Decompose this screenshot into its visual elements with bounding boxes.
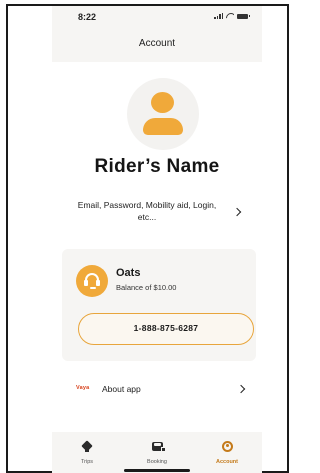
provider-balance: Balance of $10.00 <box>116 283 177 292</box>
avatar-head <box>151 92 174 113</box>
provider-card: Oats Balance of $10.00 1-888-875-6287 <box>62 249 256 361</box>
about-app-row[interactable]: Vaya About app <box>66 375 258 403</box>
page-title: Account <box>138 38 176 49</box>
device-frame: 8:22 Account Rider’s Name Email, Passwor… <box>6 4 289 473</box>
avatar-body <box>143 118 183 135</box>
tab-bar: Trips Booking Account <box>52 432 262 473</box>
nav-header: Account <box>52 28 262 62</box>
app-screen: 8:22 Account Rider’s Name Email, Passwor… <box>52 6 262 473</box>
app-logo: Vaya <box>76 385 90 391</box>
headset-icon <box>76 265 108 297</box>
tab-trips[interactable]: Trips <box>52 432 122 473</box>
tab-trips-label: Trips <box>80 459 94 465</box>
tab-booking-label: Booking <box>147 459 167 465</box>
account-settings-row[interactable]: Email, Password, Mobility aid, Login, et… <box>64 192 256 234</box>
call-provider-button[interactable]: 1-888-875-6287 <box>78 313 254 345</box>
tab-account-label: Account <box>216 459 238 465</box>
signal-icon <box>214 13 223 19</box>
status-bar: 8:22 <box>52 6 262 28</box>
tab-account[interactable]: Account <box>192 432 262 473</box>
chevron-right-icon <box>236 384 246 394</box>
wifi-icon <box>226 13 234 19</box>
about-app-label: About app <box>102 384 141 394</box>
chevron-right-icon <box>232 207 242 217</box>
status-time: 8:22 <box>78 12 97 22</box>
account-settings-label: Email, Password, Mobility aid, Login, et… <box>77 200 217 222</box>
battery-icon <box>237 13 250 19</box>
rider-name: Rider’s Name <box>94 156 220 177</box>
tab-booking[interactable]: Booking <box>122 432 192 473</box>
provider-name: Oats <box>116 267 141 279</box>
user-avatar-icon <box>127 78 199 150</box>
home-indicator <box>124 469 190 472</box>
status-icons <box>214 13 250 19</box>
